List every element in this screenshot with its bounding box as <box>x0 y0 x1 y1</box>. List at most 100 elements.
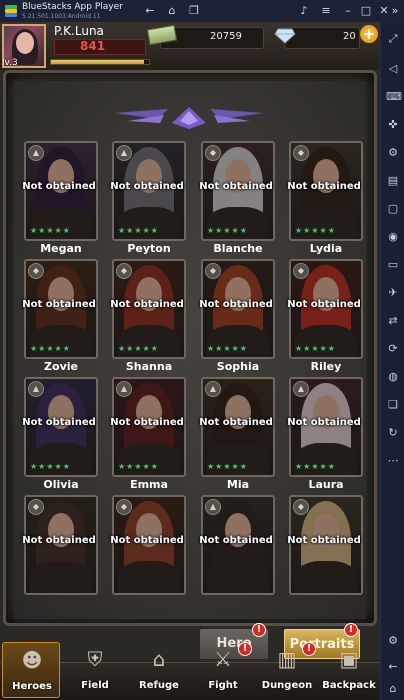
hero-name: Emma <box>130 478 168 491</box>
hero-tab-alert-badge: ! <box>252 623 266 637</box>
portraits-tab-alert-badge: ! <box>344 623 358 637</box>
hero-star-rating: ★★★★★ <box>295 226 336 235</box>
hero-card[interactable]: ◆ ★★★★★ Not obtained Riley <box>287 259 363 373</box>
nav-item-backpack[interactable]: ▣ Backpack <box>320 642 378 698</box>
maximize-icon[interactable]: □ <box>358 3 374 19</box>
hero-card[interactable]: ▲ ★★★★★ Not obtained Mia <box>199 377 275 491</box>
hero-card[interactable]: ◆ Not obtained <box>287 495 363 609</box>
hero-star-rating: ★★★★★ <box>207 226 248 235</box>
hero-status: Not obtained <box>287 535 361 546</box>
apk-install-icon[interactable]: ▤ <box>386 174 400 188</box>
hero-star-rating: ★★★★★ <box>207 344 248 353</box>
backpack-icon: ▣ <box>339 647 359 671</box>
side-back-icon[interactable]: ← <box>386 660 400 674</box>
notification-bell-icon[interactable]: ♪ <box>296 3 312 19</box>
hero-card[interactable]: ◆ ★★★★★ Not obtained Shanna <box>110 259 186 373</box>
fullscreen-icon[interactable]: ⤢ <box>386 32 400 46</box>
more-options-icon[interactable]: ⋯ <box>386 454 400 468</box>
hero-name: Peyton <box>127 242 171 255</box>
volume-icon[interactable]: ◁ <box>386 62 400 76</box>
nav-item-refuge[interactable]: ⌂ Refuge <box>130 642 188 698</box>
hero-class-badge-icon: ▲ <box>293 381 309 397</box>
hero-card[interactable]: ▲ ★★★★★ Not obtained Emma <box>110 377 186 491</box>
keyboard-icon[interactable]: ⌨ <box>386 90 402 104</box>
home-icon[interactable]: ⌂ <box>164 3 180 19</box>
menu-icon[interactable]: ≡ <box>318 3 334 19</box>
player-header: lv.3 P.K.Luna 841 20759 20 + <box>0 22 380 70</box>
add-gems-button[interactable]: + <box>360 25 378 43</box>
hero-card[interactable]: ◆ Not obtained <box>110 495 186 609</box>
hero-card[interactable]: ◆ ★★★★★ Not obtained Sophia <box>199 259 275 373</box>
nav-label: Refuge <box>139 680 179 691</box>
cash-value: 20759 <box>210 31 242 42</box>
hero-class-badge-icon: ◆ <box>293 499 309 515</box>
hero-card[interactable]: ▲ ★★★★★ Not obtained Olivia <box>22 377 98 491</box>
hero-card[interactable]: ◆ ★★★★★ Not obtained Lydia <box>287 141 363 255</box>
rotate-icon[interactable]: ⟳ <box>386 342 400 356</box>
hero-status: Not obtained <box>22 417 96 428</box>
hero-class-badge-icon: ▲ <box>116 145 132 161</box>
hero-class-badge-icon: ◆ <box>28 263 44 279</box>
hero-class-badge-icon: ▲ <box>116 381 132 397</box>
dungeon-icon: ▥ <box>277 647 297 671</box>
diamond-icon <box>274 28 296 44</box>
nav-item-fight[interactable]: ⚔ Fight! <box>194 642 252 698</box>
hero-class-badge-icon: ◆ <box>205 263 221 279</box>
fight-icon: ⚔ <box>214 647 232 671</box>
media-folder-icon[interactable]: ▭ <box>386 258 400 272</box>
hero-star-rating: ★★★★★ <box>118 226 159 235</box>
nav-alert-badge: ! <box>238 642 252 656</box>
nav-item-heroes[interactable]: ☻ Heroes <box>2 642 60 698</box>
side-home-icon[interactable]: ⌂ <box>386 682 400 696</box>
hero-card[interactable]: ◆ ★★★★★ Not obtained Blanche <box>199 141 275 255</box>
multi-instance-icon[interactable]: ❏ <box>386 398 400 412</box>
hero-status: Not obtained <box>199 417 273 428</box>
eco-mode-icon[interactable]: ◍ <box>386 370 400 384</box>
hero-star-rating: ★★★★★ <box>118 462 159 471</box>
airplane-mode-icon[interactable]: ✈ <box>386 286 400 300</box>
hero-class-badge-icon: ◆ <box>116 499 132 515</box>
hero-status: Not obtained <box>22 299 96 310</box>
hero-card[interactable]: ◆ ★★★★★ Not obtained Zovie <box>22 259 98 373</box>
record-icon[interactable]: ◉ <box>386 230 400 244</box>
hero-star-rating: ★★★★★ <box>207 462 248 471</box>
gamepad-icon[interactable]: ✜ <box>386 118 400 132</box>
hero-status: Not obtained <box>287 417 361 428</box>
hero-status: Not obtained <box>110 535 184 546</box>
hero-card[interactable]: ◆ Not obtained <box>22 495 98 609</box>
heroes-icon: ☻ <box>21 648 43 672</box>
nav-item-field[interactable]: ⛨ Field <box>66 642 124 698</box>
player-level: lv.3 <box>2 58 18 68</box>
player-power: 841 <box>80 39 106 53</box>
expand-icon[interactable]: » <box>387 3 403 19</box>
minimize-icon[interactable]: – <box>340 3 356 19</box>
hero-status: Not obtained <box>22 181 96 192</box>
nav-item-dungeon[interactable]: ▥ Dungeon! <box>258 642 316 698</box>
gem-value: 20 <box>343 31 356 42</box>
recent-apps-icon[interactable]: ❐ <box>186 3 202 19</box>
back-icon[interactable]: ← <box>142 3 158 19</box>
sync-icon[interactable]: ↻ <box>386 426 400 440</box>
hero-status: Not obtained <box>22 535 96 546</box>
macro-icon[interactable]: ⚙ <box>386 146 400 160</box>
hero-grid-area: ▲ ★★★★★ Not obtained Megan ▲ ★★★★★ Not obtaine… <box>14 81 366 619</box>
hero-panel: ▲ ★★★★★ Not obtained Megan ▲ ★★★★★ Not obtaine… <box>3 70 377 626</box>
screenshot-icon[interactable]: ▢ <box>386 202 400 216</box>
settings-gear-icon[interactable]: ⚙ <box>386 634 400 648</box>
nav-label: Backpack <box>322 680 376 691</box>
hero-name: Zovie <box>44 360 78 373</box>
hero-card[interactable]: ▲ ★★★★★ Not obtained Laura <box>287 377 363 491</box>
hero-name: Lydia <box>309 242 343 255</box>
app-version: 5.21.501.1003 Android 11 <box>22 13 101 20</box>
hero-card[interactable]: ▲ ★★★★★ Not obtained Megan <box>22 141 98 255</box>
hero-status: Not obtained <box>110 417 184 428</box>
hero-name: Olivia <box>43 478 79 491</box>
hero-star-rating: ★★★★★ <box>295 344 336 353</box>
shake-icon[interactable]: ⇄ <box>386 314 400 328</box>
hero-class-badge-icon: ▲ <box>205 499 221 515</box>
hero-card[interactable]: ▲ ★★★★★ Not obtained Peyton <box>110 141 186 255</box>
hero-status: Not obtained <box>199 535 273 546</box>
wings-emblem-icon <box>114 107 264 129</box>
nav-alert-badge: ! <box>302 642 316 656</box>
hero-card[interactable]: ▲ Not obtained <box>199 495 275 609</box>
